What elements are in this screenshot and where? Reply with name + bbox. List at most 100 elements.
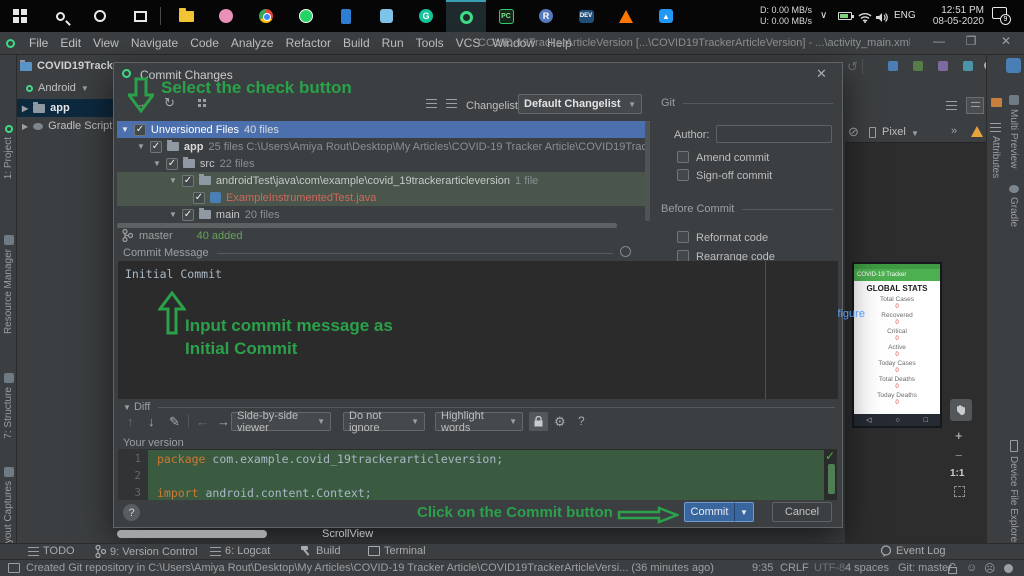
indent-indicator[interactable]: 4 spaces (845, 562, 889, 574)
paint3d-icon[interactable] (206, 0, 246, 32)
commit-button[interactable]: Commit (684, 502, 734, 522)
commit-history-icon[interactable] (620, 246, 631, 257)
menu-file[interactable]: File (23, 36, 54, 50)
file-explorer-icon[interactable] (166, 0, 206, 32)
sidebar-item-layout-captures[interactable]: Layout Captures (3, 467, 14, 554)
diff-highlight-dropdown[interactable]: Highlight words ▼ (435, 410, 523, 434)
expand-all-icon[interactable] (426, 99, 437, 108)
devcpp-icon[interactable]: DEV (566, 0, 606, 32)
readonly-lock-icon[interactable] (948, 563, 957, 576)
split-view-icon[interactable] (966, 97, 984, 114)
include-checkbox[interactable] (149, 140, 162, 153)
project-panel-title[interactable]: COVID19TrackerA (20, 57, 113, 75)
menu-view[interactable]: View (87, 36, 125, 50)
menu-refactor[interactable]: Refactor (280, 36, 337, 50)
status-message-icon[interactable] (8, 563, 20, 573)
zoom-in-button[interactable]: + (955, 428, 963, 443)
notifications-icon[interactable]: 9 (992, 7, 1011, 25)
device-selector[interactable]: Pixel (882, 126, 906, 138)
vlc-icon[interactable] (606, 0, 646, 32)
design-mode-icon[interactable]: ⊘ (848, 125, 859, 138)
tool-version-control[interactable]: 9: Version Control (95, 545, 197, 558)
component-tree-item[interactable]: ScrollView (322, 528, 373, 540)
sidebar-item-device-file-explorer[interactable]: Device File Explorer (1008, 440, 1019, 545)
commit-dropdown-button[interactable]: ▼ (734, 502, 754, 522)
encoding-indicator[interactable]: UTF-8 (814, 562, 845, 574)
signoff-commit-checkbox[interactable] (677, 169, 689, 181)
code-view-icon[interactable] (946, 101, 957, 110)
caret-position[interactable]: 9:35 (752, 562, 773, 574)
image-asset-icon[interactable] (991, 98, 1002, 107)
clock[interactable]: 12:51 PM 08-05-2020 (922, 5, 984, 27)
help-button[interactable]: ? (123, 504, 140, 521)
reformat-code-checkbox[interactable] (677, 231, 689, 243)
disable-editing-lock-icon[interactable] (529, 412, 548, 431)
pan-hand-icon[interactable] (950, 399, 972, 421)
diff-viewer-dropdown[interactable]: Side-by-side viewer ▼ (231, 410, 331, 434)
tree-row-src[interactable]: ▼ src 22 files (117, 155, 650, 172)
tray-chevron-icon[interactable]: ∨ (820, 10, 827, 21)
pycharm-icon[interactable]: PC (486, 0, 526, 32)
edit-source-icon[interactable]: ✎ (169, 415, 180, 428)
next-change-icon[interactable]: → (217, 415, 230, 428)
zoom-out-button[interactable]: − (955, 448, 963, 463)
status-message[interactable]: Created Git repository in C:\Users\Amiya… (26, 562, 716, 574)
menu-navigate[interactable]: Navigate (125, 36, 184, 50)
menu-edit[interactable]: Edit (54, 36, 87, 50)
diff-ignore-dropdown[interactable]: Do not ignore ▼ (343, 410, 425, 434)
device-manager-icon[interactable] (963, 61, 973, 71)
battery-icon[interactable] (838, 12, 854, 20)
profile-avatar[interactable] (1006, 58, 1021, 73)
amend-commit-checkbox[interactable] (677, 151, 689, 163)
previous-change-icon[interactable]: ← (196, 415, 209, 428)
whatsapp-icon[interactable] (286, 0, 326, 32)
sidebar-item-project[interactable]: 1: Project (3, 125, 14, 179)
expand-arrow-icon[interactable]: ▼ (169, 176, 177, 185)
component-tree-scrollbar[interactable] (117, 530, 267, 538)
group-by-icon[interactable] (198, 99, 201, 102)
tree-row-main[interactable]: ▼ main 20 files (117, 206, 650, 223)
cortana-icon[interactable] (80, 0, 120, 32)
tree-row-app[interactable]: ▼ app 25 files C:\Users\Amiya Rout\Deskt… (117, 138, 650, 155)
task-view-icon[interactable] (120, 0, 160, 32)
include-checkbox[interactable] (181, 208, 194, 221)
line-ending-indicator[interactable]: CRLF (780, 562, 809, 574)
tool-terminal[interactable]: Terminal (368, 545, 426, 557)
close-window-button[interactable]: ✕ (995, 34, 1017, 48)
project-item-app[interactable]: ▶ app (17, 99, 113, 117)
expand-arrow-icon[interactable]: ▼ (153, 159, 161, 168)
expand-arrow-icon[interactable]: ▼ (121, 125, 129, 134)
avd-manager-icon[interactable] (913, 61, 923, 71)
sidebar-item-attributes[interactable]: Attributes (990, 123, 1001, 178)
tool-todo[interactable]: TODO (28, 545, 75, 557)
tool-logcat[interactable]: 6: Logcat (210, 545, 270, 557)
notepad-icon[interactable] (366, 0, 406, 32)
include-checkbox[interactable] (133, 123, 146, 136)
menu-analyze[interactable]: Analyze (225, 36, 280, 50)
collapse-all-icon[interactable] (446, 99, 457, 108)
tree-row-example-test[interactable]: ExampleInstrumentedTest.java (117, 189, 650, 206)
maximize-button[interactable]: ❒ (960, 34, 982, 48)
event-log-button[interactable]: Event Log (880, 545, 946, 557)
sidebar-item-structure[interactable]: 7: Structure (3, 373, 14, 439)
gradle-daemon-icon[interactable] (1004, 564, 1013, 573)
photos-icon[interactable]: ▲ (646, 0, 686, 32)
chrome-icon[interactable] (246, 0, 286, 32)
include-checkbox[interactable] (193, 191, 205, 204)
sidebar-item-gradle[interactable]: Gradle (1008, 185, 1019, 227)
author-input[interactable] (716, 125, 832, 143)
expand-arrow-icon[interactable]: ▼ (137, 142, 145, 151)
taskbar-search-icon[interactable] (40, 0, 80, 32)
highlighting-level-icon[interactable]: ☺ (966, 562, 977, 574)
include-checkbox[interactable] (165, 157, 178, 170)
sidebar-item-multi-preview[interactable]: Multi Preview (1008, 95, 1019, 168)
sidebar-item-resource-manager[interactable]: Resource Manager (3, 235, 14, 334)
tool-build[interactable]: Build (300, 545, 340, 557)
tree-horizontal-scrollbar[interactable] (117, 223, 617, 228)
inspections-icon[interactable]: ☹ (984, 562, 995, 575)
tree-row-unversioned-files[interactable]: ▼ Unversioned Files 40 files (117, 121, 650, 138)
sync-project-icon[interactable] (888, 61, 898, 71)
diff-settings-gear-icon[interactable]: ⚙ (554, 415, 566, 428)
rstudio-icon[interactable]: R (526, 0, 566, 32)
menu-build[interactable]: Build (337, 36, 376, 50)
